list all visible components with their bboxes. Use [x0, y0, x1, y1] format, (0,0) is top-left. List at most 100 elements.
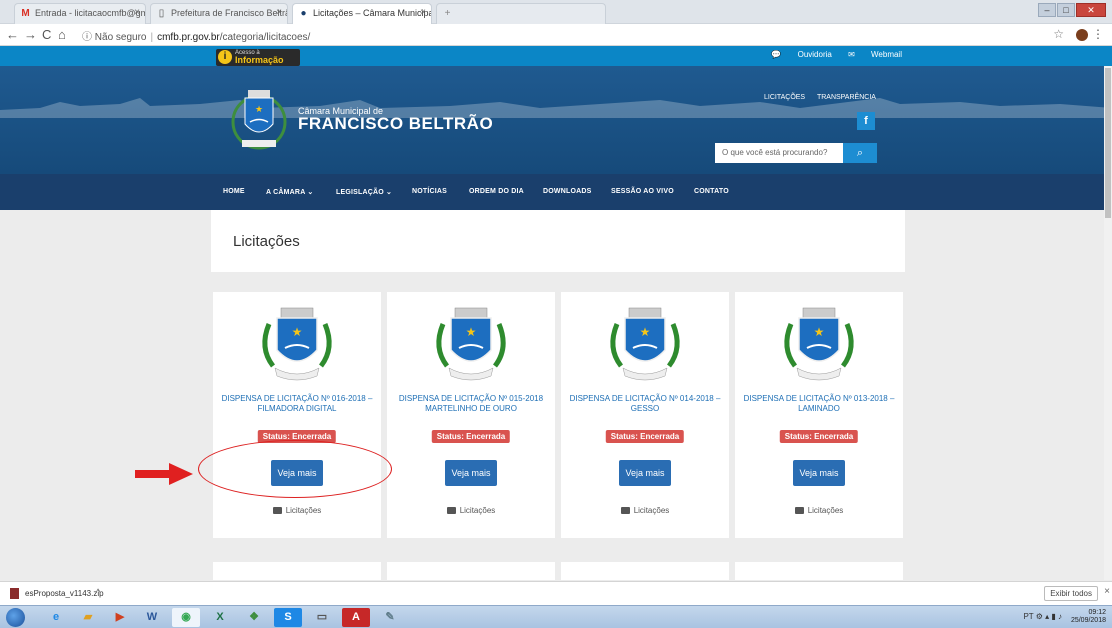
licitacao-card-partial [561, 562, 729, 580]
show-all-downloads-button[interactable]: Exibir todos [1044, 586, 1098, 601]
chrome-icon[interactable]: ◉ [172, 608, 200, 627]
card-category[interactable]: Licitações [387, 506, 555, 515]
clock-time: 09:12 [1088, 609, 1106, 616]
card-category[interactable]: Licitações [213, 506, 381, 515]
profile-icon[interactable] [1076, 29, 1088, 41]
skype-icon[interactable]: S [274, 608, 302, 627]
explorer-folder-icon[interactable]: ▰ [74, 608, 102, 627]
header-link-licitacoes[interactable]: LICITAÇÕES [764, 94, 805, 101]
browser-tab[interactable]: ▯ Prefeitura de Francisco Beltrão × [150, 3, 288, 24]
header-link-transparencia[interactable]: TRANSPARÊNCIA [817, 94, 876, 101]
nav-noticias[interactable]: NOTÍCIAS [412, 188, 447, 195]
new-tab-icon: + [444, 8, 451, 19]
url-path: /categoria/licitacoes/ [219, 32, 311, 43]
nav-home[interactable]: HOME [223, 188, 245, 195]
card-title-link[interactable]: DISPENSA DE LICITAÇÃO Nº 014-2018 – GESS… [569, 394, 721, 414]
nav-legislacao[interactable]: LEGISLAÇÃO ⌄ [336, 188, 392, 196]
category-label: Licitações [633, 506, 670, 515]
ouvidoria-link[interactable]: 💬 Ouvidoria [771, 50, 831, 59]
window-icon[interactable]: ▭ [308, 608, 336, 627]
scrollbar-thumb[interactable] [1105, 68, 1111, 218]
clock-date: 25/09/2018 [1070, 617, 1106, 624]
acesso-informacao-badge[interactable]: i Acesso à Informação [216, 49, 300, 66]
language-indicator[interactable]: PT [1023, 612, 1033, 621]
close-window-icon[interactable]: ✕ [1076, 3, 1106, 17]
tab-label: Entrada - licitacaocmfb@gmail.c [35, 8, 145, 18]
coat-of-arms-image[interactable]: ★ [603, 304, 687, 384]
paint-icon[interactable]: ✎ [376, 608, 404, 627]
zip-file-icon [10, 588, 19, 599]
card-category[interactable]: Licitações [735, 506, 903, 515]
licitacao-card-partial [213, 562, 381, 580]
info-icon: ⓘ [82, 32, 92, 43]
tab-label: Prefeitura de Francisco Beltrão [171, 8, 288, 18]
url-domain: cmfb.pr.gov.br [157, 32, 220, 43]
svg-text:★: ★ [255, 105, 263, 115]
chevron-up-icon[interactable]: ^ [96, 587, 100, 597]
coat-of-arms-logo[interactable]: ★ [228, 86, 290, 152]
veja-mais-button[interactable]: Veja mais [793, 460, 845, 486]
licitacao-card: ★ DISPENSA DE LICITAÇÃO Nº 015-2018 MART… [387, 292, 555, 538]
search-input[interactable]: O que você está procurando? [715, 143, 843, 163]
reload-icon[interactable]: C [42, 27, 51, 42]
close-tab-icon[interactable]: × [420, 7, 426, 18]
start-button[interactable] [6, 608, 25, 627]
page-scrollbar[interactable] [1104, 66, 1112, 580]
red-arrow-annotation [135, 463, 193, 485]
nav-downloads[interactable]: DOWNLOADS [543, 188, 591, 195]
licitacao-card: ★ DISPENSA DE LICITAÇÃO Nº 016-2018 – FI… [213, 292, 381, 538]
browser-tab[interactable]: + [436, 3, 606, 24]
acesso-line2: Informação [235, 55, 284, 65]
skyline-decoration [0, 98, 1112, 118]
status-badge: Status: Encerrada [605, 430, 685, 443]
url-field[interactable]: ⓘ Não seguro | cmfb.pr.gov.br/categoria/li… [82, 28, 310, 43]
category-label: Licitações [807, 506, 844, 515]
media-player-icon[interactable]: ▶ [106, 608, 134, 627]
card-title-link[interactable]: DISPENSA DE LICITAÇÃO Nº 015-2018 MARTEL… [395, 394, 547, 414]
status-badge: Status: Encerrada [431, 430, 511, 443]
card-title-link[interactable]: DISPENSA DE LICITAÇÃO Nº 016-2018 – FILM… [221, 394, 373, 414]
browser-tab[interactable]: M Entrada - licitacaocmfb@gmail.c × [14, 3, 146, 24]
bookmark-star-icon[interactable]: ☆ [1053, 27, 1064, 41]
ie-icon[interactable]: e [42, 608, 70, 627]
coat-of-arms-image[interactable]: ★ [255, 304, 339, 384]
menu-kebab-icon[interactable]: ⋮ [1092, 27, 1104, 41]
card-category[interactable]: Licitações [561, 506, 729, 515]
nav-ordem-do-dia[interactable]: ORDEM DO DIA [469, 188, 524, 195]
clock[interactable]: 09:12 25/09/2018 [1071, 609, 1106, 625]
close-shelf-icon[interactable]: × [1104, 586, 1110, 597]
coat-of-arms-image[interactable]: ★ [429, 304, 513, 384]
coat-of-arms-image[interactable]: ★ [777, 304, 861, 384]
facebook-icon[interactable]: f [857, 112, 875, 130]
webmail-link[interactable]: ✉ Webmail [848, 50, 902, 59]
card-title-link[interactable]: DISPENSA DE LICITAÇÃO Nº 013-2018 – LAMI… [743, 394, 895, 414]
back-icon[interactable]: ← [6, 27, 19, 42]
site-name: FRANCISCO BELTRÃO [298, 114, 494, 133]
nav-contato[interactable]: CONTATO [694, 188, 729, 195]
app-icon[interactable]: ❖ [240, 608, 268, 627]
word-icon[interactable]: W [138, 608, 166, 627]
forward-icon[interactable]: → [24, 27, 37, 42]
pdf-reader-icon[interactable]: A [342, 608, 370, 627]
veja-mais-button[interactable]: Veja mais [445, 460, 497, 486]
top-links: 💬 Ouvidoria ✉ Webmail [757, 50, 902, 59]
veja-mais-button[interactable]: Veja mais [619, 460, 671, 486]
folder-icon [272, 507, 282, 514]
excel-icon[interactable]: X [206, 608, 234, 627]
minimize-icon[interactable]: – [1038, 3, 1056, 17]
maximize-icon[interactable]: □ [1057, 3, 1075, 17]
home-icon[interactable]: ⌂ [58, 27, 66, 42]
system-tray: PT ⚙ ▴ ▮ ♪ [1023, 612, 1062, 621]
header-links: LICITAÇÕES TRANSPARÊNCIA [764, 94, 886, 101]
search-button[interactable]: ⌕ [843, 143, 877, 163]
close-tab-icon[interactable]: × [276, 7, 282, 18]
download-filename[interactable]: esProposta_v1143.zip [25, 589, 104, 598]
browser-tab-active[interactable]: ● Licitações – Câmara Municipal d × [292, 3, 432, 24]
site-top-bar: i Acesso à Informação 💬 Ouvidoria ✉ Webm… [0, 46, 1112, 66]
nav-a-camara[interactable]: A CÂMARA ⌄ [266, 188, 313, 196]
page-title-box: Licitações [211, 210, 905, 272]
nav-sessao-ao-vivo[interactable]: SESSÃO AO VIVO [611, 188, 674, 195]
close-tab-icon[interactable]: × [134, 7, 140, 18]
site-icon: ● [300, 8, 307, 19]
svg-text:★: ★ [814, 325, 825, 339]
